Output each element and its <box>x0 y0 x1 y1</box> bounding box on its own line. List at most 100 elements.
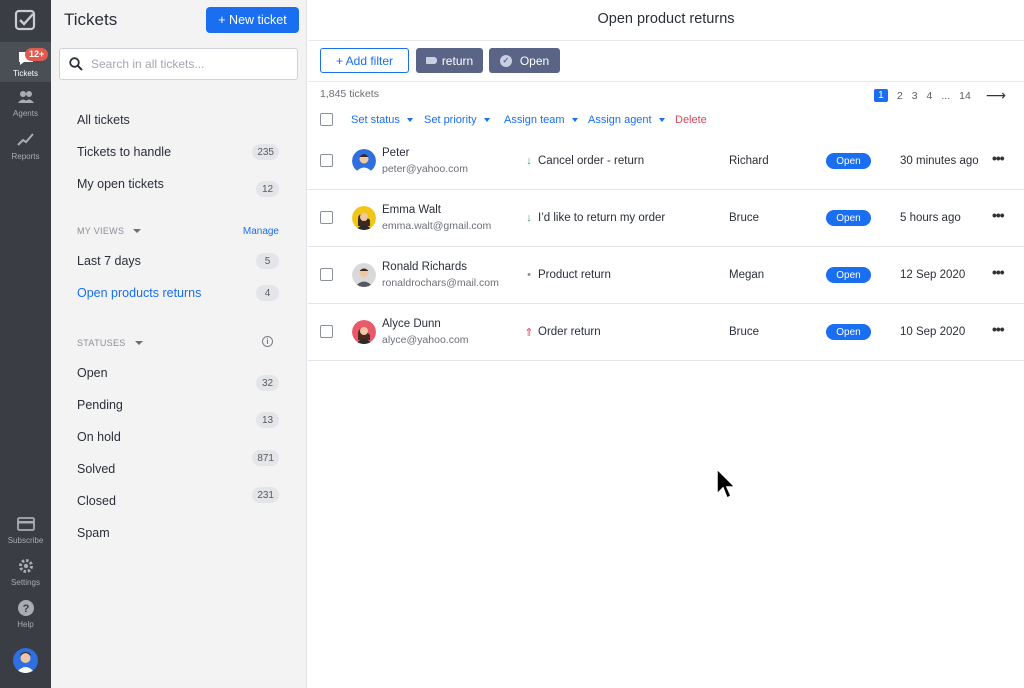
action-label: Assign agent <box>588 114 652 126</box>
rail-label-help: Help <box>17 620 34 629</box>
nav-my-open-tickets[interactable]: My open tickets <box>77 177 164 191</box>
ticket-time: 12 Sep 2020 <box>900 269 966 281</box>
user-avatar[interactable] <box>13 648 38 673</box>
rail-item-tickets[interactable]: Tickets 12+ <box>0 42 51 82</box>
my-views-label: MY VIEWS <box>77 226 125 236</box>
avatar <box>352 206 376 230</box>
divider <box>308 81 1024 82</box>
rail-item-reports[interactable]: Reports <box>0 131 51 171</box>
arrow-right-icon[interactable]: ⟶ <box>986 87 1006 104</box>
chevron-down-icon <box>571 118 578 122</box>
page-3[interactable]: 3 <box>912 90 918 102</box>
row-checkbox[interactable] <box>320 211 333 224</box>
select-all-checkbox[interactable] <box>320 113 333 126</box>
more-options-icon[interactable]: ••• <box>992 264 1005 280</box>
chevron-down-icon <box>406 118 413 122</box>
ticket-time: 5 hours ago <box>900 212 961 224</box>
status-open[interactable]: Open <box>77 366 108 380</box>
chevron-down-icon <box>483 118 490 122</box>
table-row[interactable]: Emma Walt emma.walt@gmail.com ↓ I’d like… <box>308 190 1024 247</box>
count-badge: 12 <box>256 181 279 197</box>
status-badge: Open <box>826 210 871 226</box>
status-badge: Open <box>826 153 871 169</box>
more-options-icon[interactable]: ••• <box>992 207 1005 223</box>
count-badge: 13 <box>256 412 279 428</box>
manage-views-link[interactable]: Manage <box>243 226 279 237</box>
set-priority-action[interactable]: Set priority <box>424 114 490 126</box>
filter-chip-return[interactable]: return <box>416 48 483 73</box>
ticket-subject: Cancel order - return <box>538 155 645 167</box>
ticket-time: 10 Sep 2020 <box>900 326 966 338</box>
assign-team-action[interactable]: Assign team <box>504 114 578 126</box>
nav-all-tickets[interactable]: All tickets <box>77 113 130 127</box>
row-checkbox[interactable] <box>320 325 333 338</box>
status-closed[interactable]: Closed <box>77 494 116 508</box>
view-last-7-days[interactable]: Last 7 days <box>77 254 141 268</box>
page-1[interactable]: 1 <box>874 89 888 102</box>
requester-name: Ronald Richards <box>382 261 468 273</box>
view-open-products-returns[interactable]: Open products returns <box>77 286 201 300</box>
requester-email: peter@yahoo.com <box>382 163 468 175</box>
set-status-action[interactable]: Set status <box>351 114 413 126</box>
requester-email: ronaldrochars@mail.com <box>382 277 499 289</box>
new-ticket-button[interactable]: + New ticket <box>206 7 299 33</box>
ticket-subject: Product return <box>538 269 611 281</box>
mouse-cursor-icon <box>716 468 736 500</box>
rail-item-settings[interactable]: Settings <box>0 557 51 597</box>
ticket-count: 1,845 tickets <box>320 88 379 100</box>
priority-urgent-icon: ⇑ <box>524 326 534 339</box>
statuses-toggle[interactable]: STATUSES <box>77 338 143 348</box>
rail-label-subscribe: Subscribe <box>7 536 44 545</box>
table-row[interactable]: Peter peter@yahoo.com ↓ Cancel order - r… <box>308 133 1024 190</box>
row-checkbox[interactable] <box>320 268 333 281</box>
priority-low-icon: ↓ <box>526 155 532 167</box>
page-4[interactable]: 4 <box>927 90 933 102</box>
rail-item-help[interactable]: ? Help <box>0 599 51 639</box>
add-filter-button[interactable]: + Add filter <box>320 48 409 73</box>
main-content: Open product returns + Add filter return… <box>308 0 1024 688</box>
requester-name: Alyce Dunn <box>382 318 441 330</box>
assign-agent-action[interactable]: Assign agent <box>588 114 665 126</box>
priority-normal-icon: • <box>527 269 531 281</box>
row-checkbox[interactable] <box>320 154 333 167</box>
assigned-agent: Bruce <box>729 326 760 338</box>
status-badge: Open <box>826 267 871 283</box>
nav-tickets-to-handle[interactable]: Tickets to handle <box>77 145 171 159</box>
requester-name: Peter <box>382 147 410 159</box>
chip-label: Open <box>519 53 550 68</box>
status-solved[interactable]: Solved <box>77 462 115 476</box>
statuses-label: STATUSES <box>77 338 126 348</box>
check-circle-icon: ✓ <box>499 54 512 67</box>
more-options-icon[interactable]: ••• <box>992 321 1005 337</box>
rail-item-agents[interactable]: Agents <box>0 88 51 128</box>
ticket-subject: Order return <box>538 326 601 338</box>
search-input[interactable] <box>91 57 281 71</box>
search-box <box>59 48 298 80</box>
my-views-toggle[interactable]: MY VIEWS <box>77 226 142 236</box>
info-icon[interactable]: i <box>262 336 273 347</box>
more-options-icon[interactable]: ••• <box>992 150 1005 166</box>
panel-title: Tickets <box>64 10 118 29</box>
rail-label-settings: Settings <box>11 578 40 587</box>
count-badge: 871 <box>252 450 279 466</box>
status-spam[interactable]: Spam <box>77 526 110 540</box>
requester-email: alyce@yahoo.com <box>382 334 469 346</box>
status-pending[interactable]: Pending <box>77 398 123 412</box>
rail-label-reports: Reports <box>11 152 40 161</box>
reports-icon <box>16 133 34 146</box>
status-on-hold[interactable]: On hold <box>77 430 121 444</box>
action-label: Set status <box>351 114 400 126</box>
delete-action[interactable]: Delete <box>675 114 707 126</box>
status-badge: Open <box>826 324 871 340</box>
page-2[interactable]: 2 <box>897 90 903 102</box>
rail-label-tickets: Tickets <box>12 69 39 78</box>
filter-chip-open[interactable]: ✓ Open <box>489 48 560 73</box>
app-logo-icon[interactable] <box>14 9 36 31</box>
count-badge: 4 <box>256 285 279 301</box>
requester-email: emma.walt@gmail.com <box>382 220 492 232</box>
table-row[interactable]: Alyce Dunn alyce@yahoo.com ⇑ Order retur… <box>308 304 1024 361</box>
table-row[interactable]: Ronald Richards ronaldrochars@mail.com •… <box>308 247 1024 304</box>
rail-item-subscribe[interactable]: Subscribe <box>0 515 51 555</box>
agents-icon <box>17 91 34 103</box>
page-14[interactable]: 14 <box>959 90 971 102</box>
